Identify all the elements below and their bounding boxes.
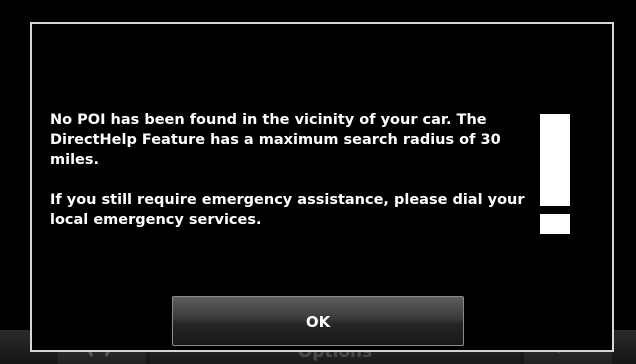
exclamation-icon [540, 114, 570, 234]
dialog-message: No POI has been found in the vicinity of… [50, 110, 528, 250]
alert-dialog: No POI has been found in the vicinity of… [30, 22, 614, 352]
message-paragraph-2: If you still require emergency assistanc… [50, 192, 525, 228]
ok-button[interactable]: OK [172, 296, 464, 346]
screen: Options No POI has been found in the vic… [0, 0, 636, 364]
exclamation-bar [540, 114, 570, 206]
exclamation-dot [540, 214, 570, 234]
message-paragraph-1: No POI has been found in the vicinity of… [50, 112, 501, 168]
